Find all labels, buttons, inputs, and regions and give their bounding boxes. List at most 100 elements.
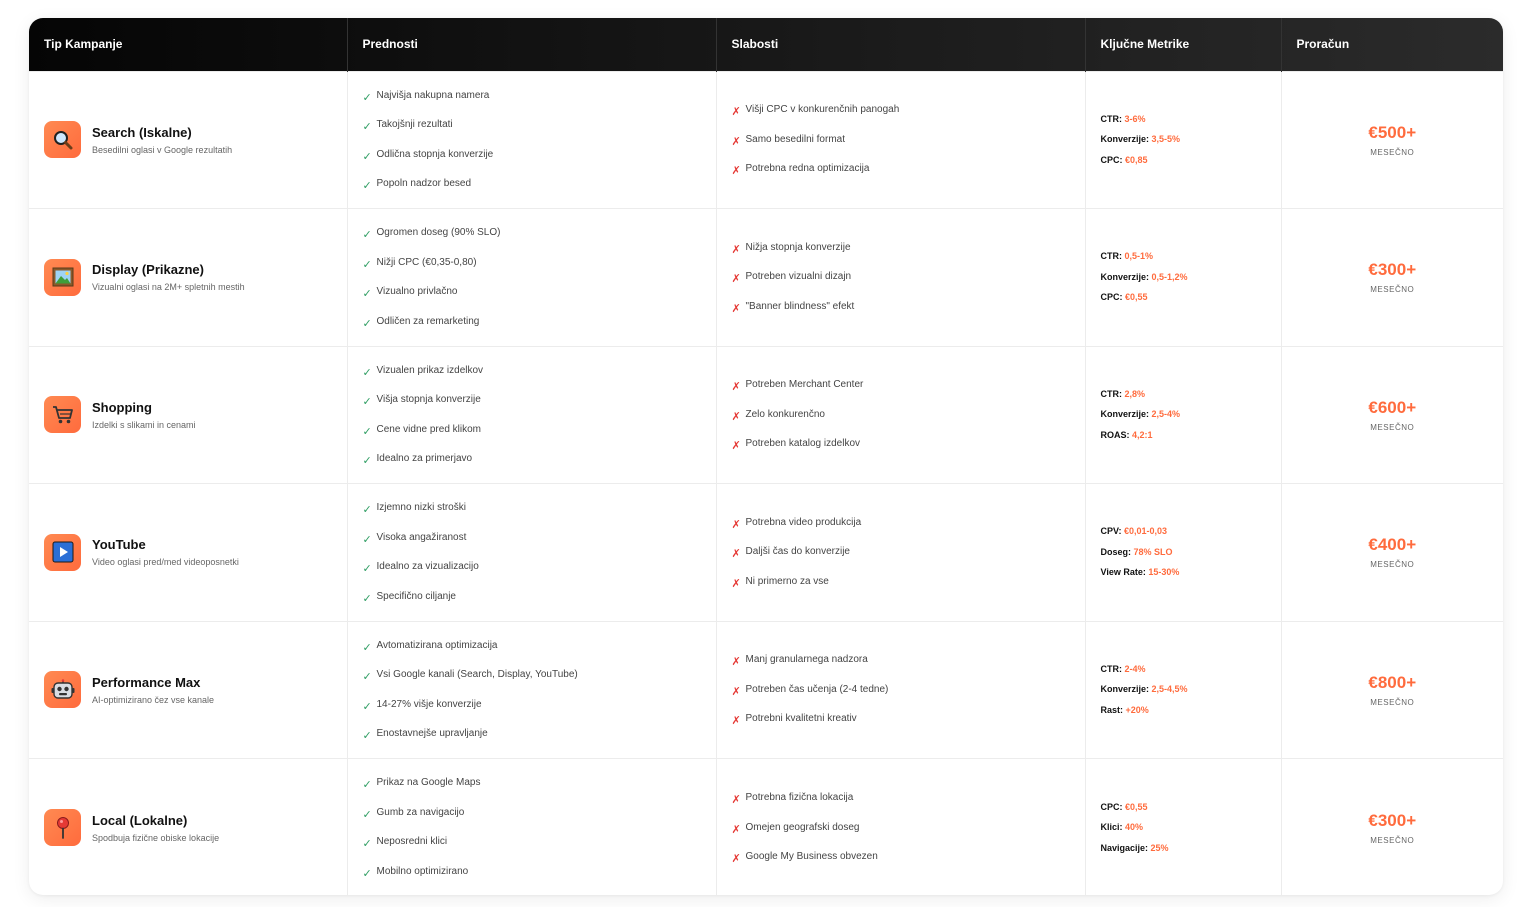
- pro-text: Nižji CPC (€0,35-0,80): [376, 256, 477, 268]
- check-icon: ✓: [362, 533, 372, 546]
- con-text: Potrebni kvalitetni kreativ: [745, 713, 857, 725]
- table-row-display: Display (Prikazne) Vizualni oglasi na 2M…: [29, 208, 1503, 346]
- pro-text: Idealno za vizualizacijo: [376, 561, 479, 572]
- metric: Navigacije: 25%: [1101, 843, 1281, 854]
- metric: ROAS: 4,2:1: [1101, 430, 1281, 441]
- metric-value: 0,5-1,2%: [1151, 271, 1188, 282]
- pros-cell: ✓ Prikaz na Google Maps ✓ Gumb za navigacij…: [347, 758, 717, 895]
- metric: CTR: 0,5-1%: [1101, 251, 1281, 262]
- campaign-type-cell: Performance Max AI-optimizirano čez vse …: [29, 621, 348, 759]
- metric-label: CPC:: [1100, 292, 1123, 303]
- budget-amount: €300+: [1368, 260, 1417, 280]
- campaign-name: Performance Max: [92, 674, 201, 690]
- pros-cell: ✓ Avtomatizirana optimizacija ✓ Vsi Google …: [347, 621, 717, 759]
- campaign-type-cell: Local (Lokalne) Spodbuja fizične obiske …: [29, 758, 348, 895]
- pro-text: Visoka angažiranost: [376, 531, 467, 543]
- metric: View Rate: 15-30%: [1101, 567, 1281, 578]
- cons-list: ✗ Potrebna fizična lokacija ✗ Omejen geogra…: [717, 790, 1085, 865]
- metric: CPC: €0,55: [1101, 292, 1281, 303]
- metric-label: Klici:: [1100, 822, 1123, 832]
- cons-list: ✗ Nižja stopnja konverzije ✗ Potreben vizua…: [717, 240, 1085, 315]
- budget-period: MESEČNO: [1370, 697, 1415, 707]
- pro-item: ✓ Avtomatizirana optimizacija: [363, 638, 716, 654]
- budget-amount: €300+: [1368, 810, 1417, 830]
- check-icon: ✓: [362, 288, 372, 300]
- cons-list: ✗ Potreben Merchant Center ✗ Zelo konkurenč…: [717, 377, 1085, 452]
- metric: CTR: 2-4%: [1101, 664, 1281, 675]
- check-icon: ✓: [362, 91, 372, 104]
- metric: CTR: 2,8%: [1101, 389, 1281, 400]
- metrics-cell: CPV: €0,01-0,03 Doseg: 78% SLO View Rate: …: [1085, 483, 1282, 621]
- metric-value: 0,5-1%: [1124, 251, 1154, 262]
- table-row-youtube: YouTube Video oglasi pred/med videoposne…: [29, 483, 1503, 621]
- campaign-name: Local (Lokalne): [92, 812, 188, 828]
- cross-icon: ✗: [731, 715, 741, 728]
- campaign-type-cell: Display (Prikazne) Vizualni oglasi na 2M…: [29, 208, 348, 346]
- metrics-cell: CTR: 2-4% Konverzije: 2,5-4,5% Rast: +20%: [1085, 621, 1282, 759]
- header-key-metrics: Ključne Metrike: [1085, 18, 1282, 71]
- pro-item: ✓ Vsi Google kanali (Search, Display, You…: [363, 667, 716, 683]
- check-icon: ✓: [362, 779, 372, 792]
- check-icon: ✓: [362, 700, 372, 713]
- check-icon: ✓: [362, 258, 372, 271]
- metrics-cell: CTR: 3-6% Konverzije: 3,5-5% CPC: €0,85: [1085, 71, 1282, 209]
- metric: CTR: 3-6%: [1101, 114, 1281, 125]
- pro-text: Takojšnji rezultati: [376, 119, 453, 130]
- budget-period: MESEČNO: [1370, 285, 1415, 295]
- check-icon: ✓: [362, 592, 372, 605]
- pro-text: Mobilno optimizirano: [376, 865, 469, 877]
- cross-icon: ✗: [731, 381, 741, 394]
- budget-cell: €800+ MESEČNO: [1281, 621, 1503, 759]
- cons-cell: ✗ Potrebna video produkcija ✗ Daljši čas do…: [716, 483, 1086, 621]
- campaign-description: Video oglasi pred/med videoposnetki: [92, 557, 239, 568]
- cons-cell: ✗ Potrebna fizična lokacija ✗ Omejen geogra…: [716, 758, 1086, 895]
- budget-cell: €600+ MESEČNO: [1281, 346, 1503, 484]
- metric-value: 3,5-5%: [1151, 134, 1181, 145]
- pros-list: ✓ Izjemno nizki stroški ✓ Visoka angažirano…: [348, 500, 716, 605]
- metric-value: €0,55: [1125, 292, 1148, 303]
- metric-label: Konverzije:: [1100, 409, 1150, 420]
- con-item: ✗ Potreben katalog izdelkov: [732, 436, 1085, 452]
- cross-icon: ✗: [731, 577, 741, 590]
- pro-item: ✓ Enostavnejše upravljanje: [363, 726, 716, 742]
- pro-item: ✓ 14-27% višje konverzije: [363, 697, 716, 713]
- check-icon: ✓: [362, 317, 372, 330]
- budget-period: MESEČNO: [1370, 422, 1415, 432]
- cons-list: ✗ Potrebna video produkcija ✗ Daljši čas do…: [717, 515, 1085, 590]
- picture-frame-icon: [44, 258, 81, 296]
- metric-label: Rast:: [1100, 704, 1124, 715]
- pro-item: ✓ Vizualen prikaz izdelkov: [363, 363, 716, 379]
- header-cons: Slabosti: [716, 18, 1086, 71]
- metric-label: CTR:: [1100, 251, 1123, 262]
- pro-item: ✓ Nižji CPC (€0,35-0,80): [363, 255, 716, 271]
- cons-cell: ✗ Potreben Merchant Center ✗ Zelo konkurenč…: [716, 346, 1086, 484]
- metric: Rast: +20%: [1101, 705, 1281, 716]
- pro-text: Višja stopnja konverzije: [376, 394, 481, 405]
- cross-icon: ✗: [731, 853, 741, 865]
- metric-value: 3-6%: [1124, 113, 1146, 124]
- header-budget: Proračun: [1296, 37, 1350, 52]
- cross-icon: ✗: [731, 302, 741, 315]
- pro-item: ✓ Mobilno optimizirano: [363, 864, 716, 880]
- con-text: Potrebna redna optimizacija: [745, 163, 870, 175]
- con-text: Samo besedilni format: [745, 133, 846, 145]
- check-icon: ✓: [362, 730, 372, 742]
- con-item: ✗ Nižja stopnja konverzije: [732, 240, 1085, 256]
- table-row-search: Search (Iskalne) Besedilni oglasi v Goog…: [29, 71, 1503, 209]
- metrics-cell: CTR: 2,8% Konverzije: 2,5-4% ROAS: 4,2:1: [1085, 346, 1282, 484]
- cons-cell: ✗ Nižja stopnja konverzije ✗ Potreben vizua…: [716, 208, 1086, 346]
- metric-value: 4,2:1: [1132, 429, 1153, 440]
- campaign-name: Shopping: [92, 399, 152, 415]
- con-text: Zelo konkurenčno: [745, 408, 826, 420]
- metric: Klici: 40%: [1101, 822, 1281, 833]
- budget-cell: €500+ MESEČNO: [1281, 71, 1503, 209]
- metric: Konverzije: 0,5-1,2%: [1101, 272, 1281, 283]
- con-text: Manj granularnega nadzora: [745, 654, 868, 666]
- metric-label: CTR:: [1100, 113, 1123, 124]
- campaign-type-cell: Search (Iskalne) Besedilni oglasi v Goog…: [29, 71, 348, 209]
- pros-list: ✓ Ogromen doseg (90% SLO) ✓ Nižji CPC (€0,3…: [348, 225, 716, 330]
- pro-item: ✓ Cene vidne pred klikom: [363, 422, 716, 438]
- pro-text: Najvišja nakupna namera: [376, 89, 490, 101]
- con-item: ✗ Samo besedilni format: [732, 132, 1085, 148]
- pro-text: Avtomatizirana optimizacija: [376, 639, 498, 651]
